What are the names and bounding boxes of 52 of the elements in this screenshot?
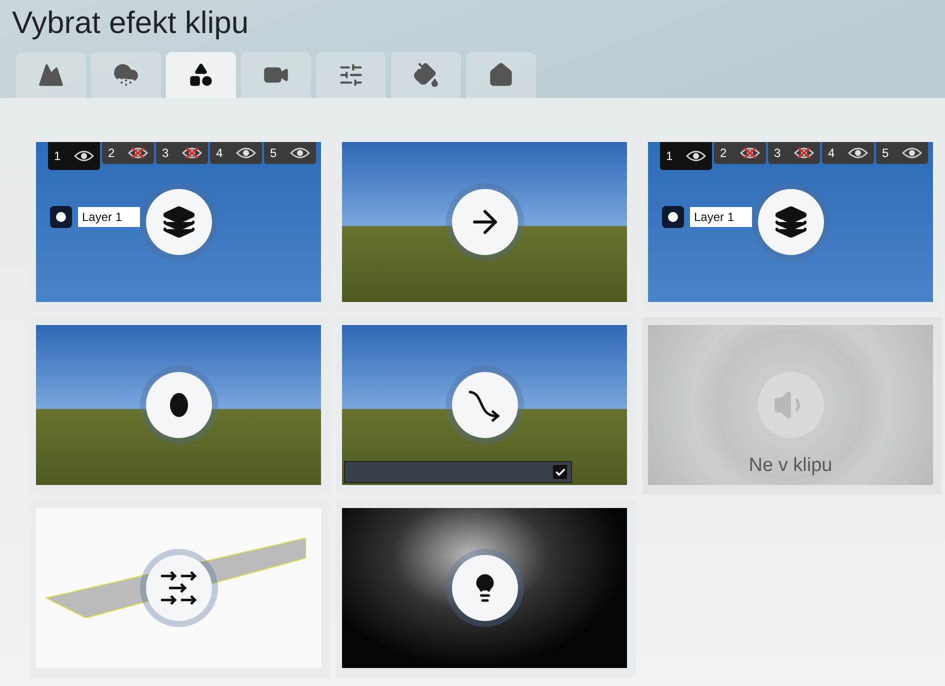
eye-icon [902, 147, 922, 159]
layer-number: 5 [270, 146, 277, 160]
tile-caption: Ne v klipu [748, 455, 834, 477]
house-icon [488, 62, 514, 88]
cloud-snow-icon [113, 62, 139, 88]
layer-tab[interactable]: 2 [714, 142, 766, 164]
effect-tile[interactable] [336, 500, 636, 678]
layers-icon [774, 205, 808, 239]
layer-tab[interactable]: 1 [660, 142, 712, 170]
layer-tab[interactable]: 5 [264, 142, 316, 164]
dot-icon [56, 212, 66, 222]
layer-number: 2 [108, 146, 115, 160]
layer-tab[interactable]: 4 [822, 142, 874, 164]
check-icon[interactable] [553, 465, 567, 479]
dot-icon [668, 212, 678, 222]
layer-tab[interactable]: 2 [102, 142, 154, 164]
window-title: Vybrat efekt klipu [12, 4, 250, 42]
eye-icon [236, 147, 256, 159]
crossed-eye-icon [794, 147, 814, 159]
mountain-icon [38, 62, 64, 88]
shapes-icon [188, 62, 214, 88]
radio-button[interactable] [662, 206, 684, 228]
crossed-eye-icon [128, 147, 148, 159]
eye-icon [848, 147, 868, 159]
radio-button[interactable] [50, 206, 72, 228]
layer-tab[interactable]: 3 [768, 142, 820, 164]
eye-icon [686, 150, 706, 162]
crossed-eye-icon [182, 147, 202, 159]
arrows-icon [158, 571, 198, 605]
layer-tab[interactable]: 3 [156, 142, 208, 164]
layer-number: 2 [720, 146, 727, 160]
layer-number: 3 [162, 146, 169, 160]
effect-tile[interactable] [30, 500, 330, 678]
layer-tab[interactable]: 1 [48, 142, 100, 170]
sliders-icon [338, 62, 364, 88]
layer-number: 4 [828, 146, 835, 160]
layer-name-field[interactable]: Layer 1 [78, 207, 140, 227]
layer-number: 5 [882, 146, 889, 160]
layer-name-field[interactable]: Layer 1 [690, 207, 752, 227]
category-tab[interactable] [166, 52, 236, 98]
paint-bucket-icon [413, 62, 439, 88]
eye-icon [290, 147, 310, 159]
layer-tab[interactable]: 4 [210, 142, 262, 164]
crossed-eye-icon [740, 147, 760, 159]
layer-number: 1 [666, 149, 673, 163]
layer-number: 1 [54, 149, 61, 163]
layer-number: 3 [774, 146, 781, 160]
layer-number: 4 [216, 146, 223, 160]
layers-icon [162, 205, 196, 239]
layer-tab[interactable]: 5 [876, 142, 928, 164]
eye-icon [74, 150, 94, 162]
ellipse-icon [168, 392, 188, 418]
